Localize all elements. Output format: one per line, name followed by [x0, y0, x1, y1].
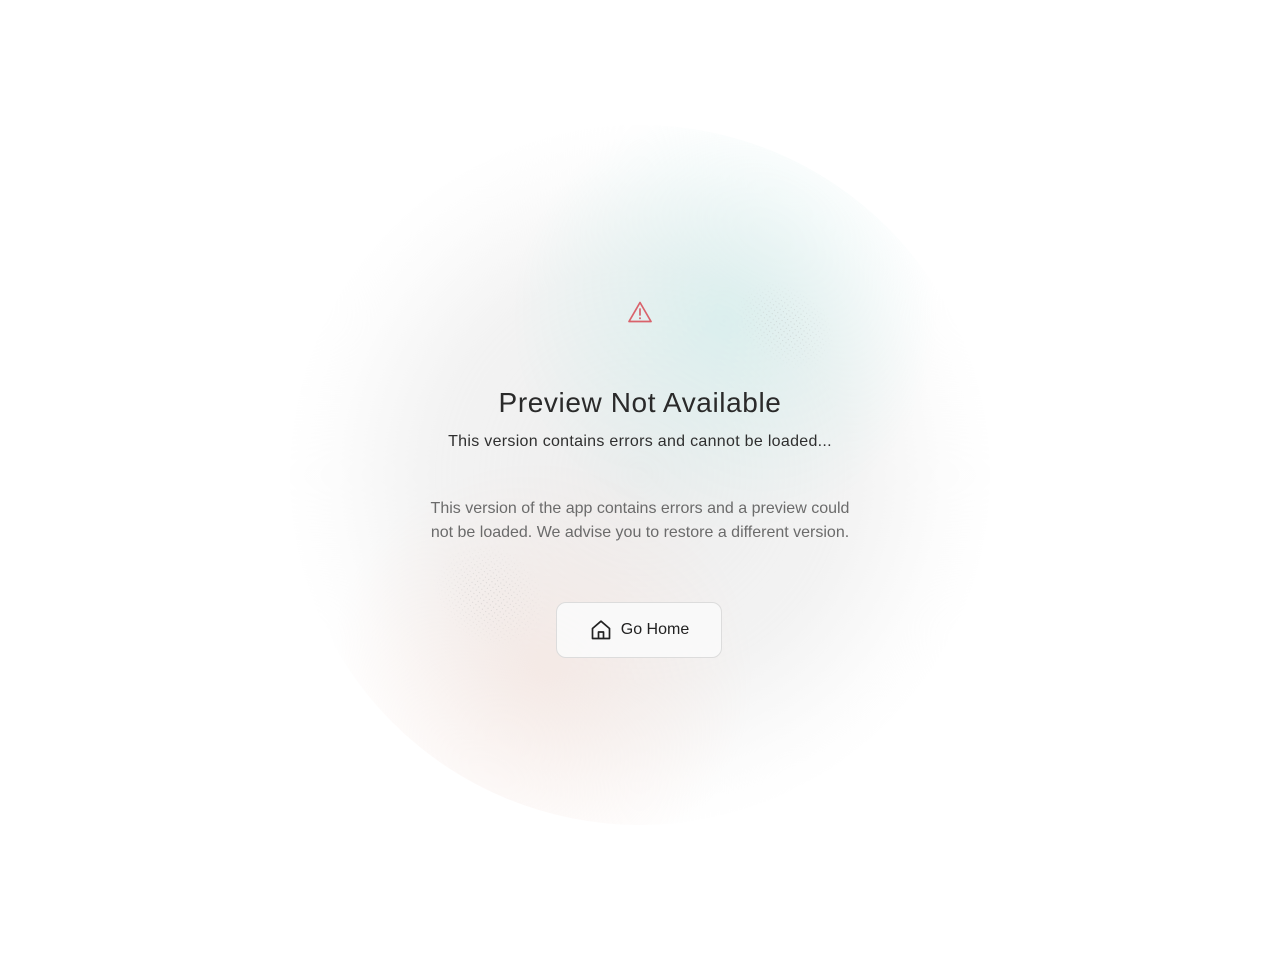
go-home-label: Go Home: [620, 621, 690, 638]
page-title: Preview Not Available: [498, 387, 782, 418]
home-icon: [591, 620, 611, 640]
error-page: Preview Not Available This version conta…: [0, 0, 1280, 960]
error-content: Preview Not Available This version conta…: [0, 0, 1280, 960]
error-description: This version of the app contains errors …: [430, 500, 850, 541]
go-home-button[interactable]: Go Home: [556, 602, 722, 658]
page-subtitle: This version contains errors and cannot …: [448, 433, 832, 450]
warning-triangle-icon: [628, 301, 652, 323]
